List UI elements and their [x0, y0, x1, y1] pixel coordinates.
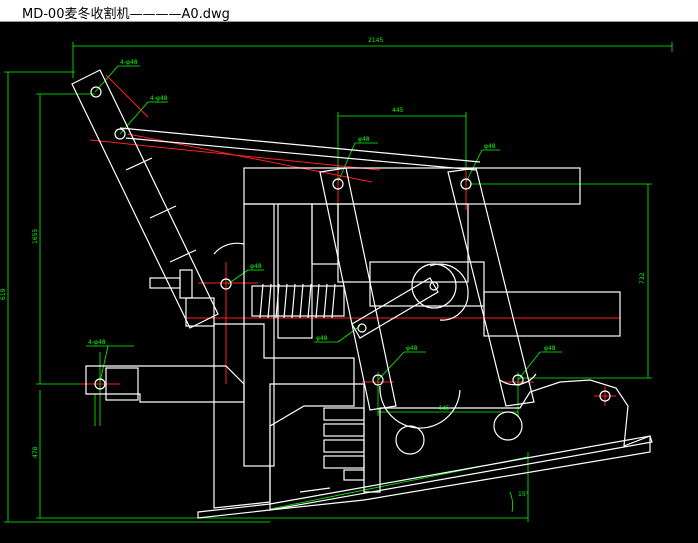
window-title: MD-00麦冬收割机————A0.dwg [22, 7, 230, 22]
dim-overall-height: 619 [0, 288, 7, 300]
hole-label-bottom-2: φ48 [544, 345, 556, 352]
dim-top-span: 445 [392, 107, 404, 114]
hole-label-top-left: 4-φ48 [120, 59, 138, 66]
dim-angle: 15° [518, 491, 529, 498]
cad-drawing-canvas[interactable]: 2145 619 1655 478 445 445 732 15° 4-φ48 … [0, 22, 698, 543]
dim-right-height: 732 [639, 272, 646, 284]
dim-overall-width: 2145 [368, 37, 383, 44]
hole-label-lower-link: φ48 [316, 335, 328, 342]
center-lines [80, 74, 620, 406]
dim-bottom-span: 445 [438, 405, 450, 412]
hole-label-spring: φ48 [250, 263, 262, 270]
hole-label-link-2: φ48 [484, 143, 496, 150]
hole-label-left-base: 4-φ48 [88, 339, 106, 346]
cad-drawing: 2145 619 1655 478 445 445 732 15° 4-φ48 … [0, 37, 673, 523]
hole-label-bottom-1: φ48 [406, 345, 418, 352]
hole-label-upper-arm: 4-φ48 [150, 95, 168, 102]
dim-bottom-height: 478 [32, 446, 39, 458]
dimension-text: 2145 619 1655 478 445 445 732 15° 4-φ48 … [0, 37, 646, 498]
dim-left-height: 1655 [32, 229, 39, 244]
title-bar: MD-00麦冬收割机————A0.dwg [0, 0, 698, 22]
hole-label-link-1: φ48 [358, 136, 370, 143]
